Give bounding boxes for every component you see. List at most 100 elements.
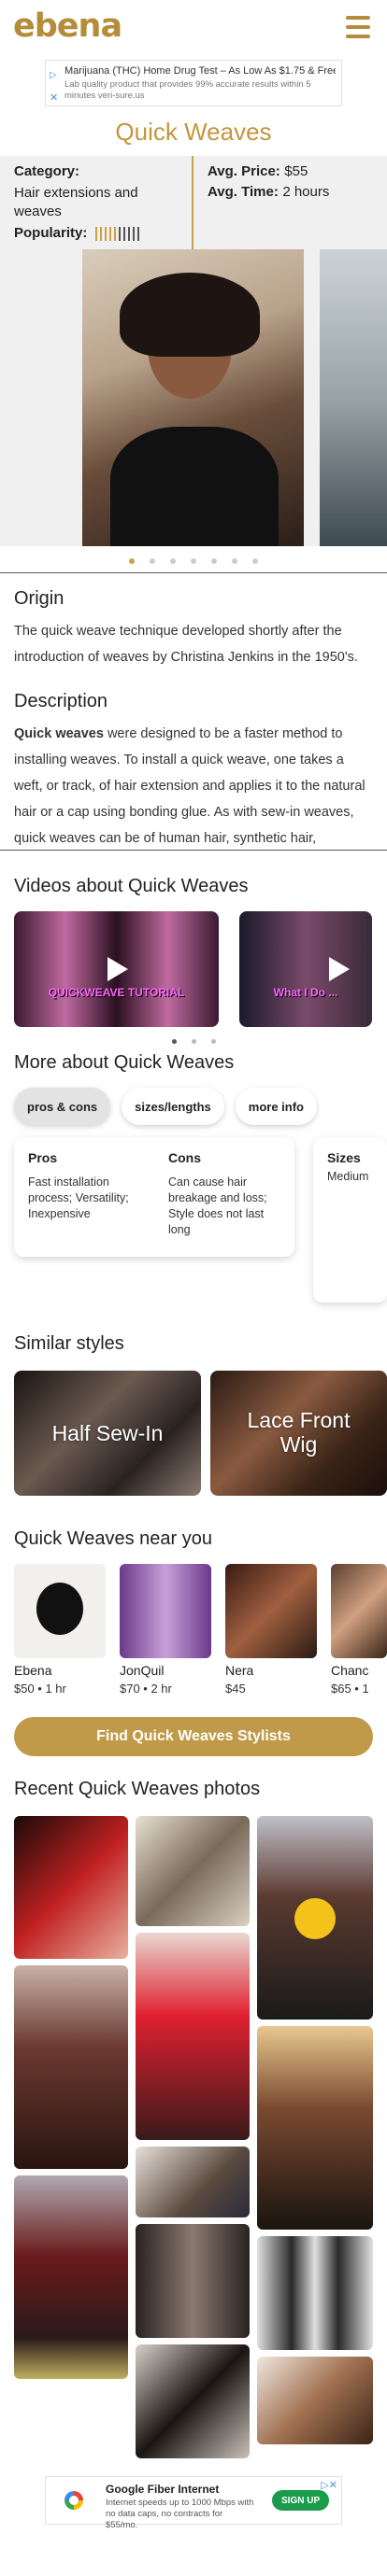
stylist-name[interactable]: Nera: [225, 1663, 253, 1678]
carousel-dots: [0, 558, 387, 564]
play-icon[interactable]: [329, 957, 350, 981]
menu-icon[interactable]: [346, 16, 370, 38]
similar-style-label: Lace Front Wig: [247, 1408, 351, 1457]
avg-time-value: 2 hours: [282, 184, 330, 200]
carousel-dot[interactable]: [150, 558, 155, 564]
sign-up-button[interactable]: SIGN UP: [272, 2490, 330, 2511]
google-logo-icon: [64, 2491, 83, 2510]
carousel-dot[interactable]: [129, 558, 135, 564]
tab-pros-cons[interactable]: pros & cons: [14, 1088, 111, 1125]
popularity-meter: [95, 227, 139, 241]
cons-value: Can cause hair breakage and loss; Style …: [168, 1175, 267, 1236]
videos-heading: Videos about Quick Weaves: [14, 876, 249, 896]
sizes-label: Sizes: [327, 1150, 361, 1165]
video-dot[interactable]: [210, 1039, 216, 1044]
site-header: ebena: [0, 0, 387, 58]
avg-time: Avg. Time: 2 hours: [208, 184, 329, 201]
ebena-logo[interactable]: ebena: [13, 7, 122, 45]
more-heading: More about Quick Weaves: [14, 1052, 235, 1073]
heart-eyes-emoji-icon: [294, 1898, 336, 1939]
recent-photo[interactable]: [136, 2224, 250, 2338]
description-body: were designed to be a faster method to i…: [14, 726, 366, 846]
video-dot[interactable]: [191, 1039, 196, 1044]
carousel-dot[interactable]: [232, 558, 237, 564]
video-thumbnail[interactable]: QUICKWEAVE TUTORIAL: [14, 911, 219, 1027]
description-text: Quick weaves were designed to be a faste…: [14, 721, 375, 848]
recent-heading: Recent Quick Weaves photos: [14, 1779, 261, 1799]
find-stylists-button[interactable]: Find Quick Weaves Stylists: [14, 1717, 373, 1756]
carousel-dot[interactable]: [252, 558, 258, 564]
tab-sizes-lengths[interactable]: sizes/lengths: [122, 1088, 224, 1125]
carousel-dot[interactable]: [170, 558, 176, 564]
close-icon[interactable]: ✕: [50, 91, 58, 104]
carousel-dot[interactable]: [211, 558, 217, 564]
divider: [0, 850, 387, 851]
near-heading: Quick Weaves near you: [14, 1528, 212, 1549]
stylist-meta: $65 • 1: [331, 1682, 369, 1696]
avg-price-value: $55: [284, 163, 308, 179]
stylist-photo[interactable]: [331, 1564, 387, 1658]
ad-title[interactable]: Marijuana (THC) Home Drug Test – As Low …: [64, 65, 336, 77]
info-panel: Category: Hair extensions and weaves Pop…: [0, 156, 387, 249]
avg-price: Avg. Price: $55: [208, 163, 308, 180]
divider: [0, 572, 387, 573]
recent-photo[interactable]: [257, 1816, 373, 2020]
stylist-photo[interactable]: [225, 1564, 317, 1658]
similar-style-label: Half Sew-In: [51, 1421, 164, 1445]
cons-label: Cons: [168, 1150, 201, 1165]
carousel-dot[interactable]: [191, 558, 196, 564]
description-lead: Quick weaves: [14, 726, 104, 741]
pros-cons-card: Pros Fast installation process; Versatil…: [14, 1137, 294, 1257]
stylist-name[interactable]: JonQuil: [120, 1663, 164, 1678]
similar-heading: Similar styles: [14, 1333, 124, 1354]
ad-choices-icon[interactable]: ▷: [50, 70, 59, 80]
page-title: Quick Weaves: [115, 118, 272, 146]
recent-photo[interactable]: [136, 2344, 250, 2458]
stylist-meta: $70 • 2 hr: [120, 1682, 172, 1696]
stylist-meta: $50 • 1 hr: [14, 1682, 66, 1696]
bottom-ad-banner[interactable]: Google Fiber Internet Internet speeds up…: [45, 2476, 342, 2530]
recent-photo[interactable]: [257, 2236, 373, 2350]
recent-photo[interactable]: [136, 1933, 250, 2140]
avg-price-label: Avg. Price:: [208, 163, 280, 179]
origin-text: The quick weave technique developed shor…: [14, 624, 358, 665]
stylist-meta: $45: [225, 1682, 246, 1696]
video-caption: QUICKWEAVE TUTORIAL: [48, 986, 185, 999]
ad-description: Internet speeds up to 1000 Mbps with no …: [106, 2498, 254, 2530]
play-icon[interactable]: [108, 957, 128, 981]
recent-photo[interactable]: [136, 1816, 250, 1926]
info-divider: [192, 156, 194, 249]
recent-photo[interactable]: [136, 2147, 250, 2217]
recent-photo[interactable]: [14, 1965, 128, 2169]
ad-description: Lab quality product that provides 99% ac…: [64, 79, 311, 101]
similar-style-card[interactable]: Lace Front Wig: [210, 1371, 387, 1496]
ad-title[interactable]: Google Fiber Internet: [106, 2483, 219, 2496]
video-dot[interactable]: [171, 1039, 177, 1044]
category-label: Category:: [14, 163, 80, 179]
description-heading: Description: [14, 691, 108, 711]
recent-photo[interactable]: [14, 1816, 128, 1959]
avg-time-label: Avg. Time:: [208, 184, 279, 200]
shirt-shape: [110, 427, 279, 546]
sizes-card: Sizes Medium: [313, 1137, 387, 1302]
video-thumbnail[interactable]: What I Do ...: [239, 911, 372, 1027]
pros-label: Pros: [28, 1150, 58, 1165]
tab-more-info[interactable]: more info: [235, 1088, 317, 1125]
top-ad-banner[interactable]: ▷ ✕ Marijuana (THC) Home Drug Test – As …: [45, 60, 342, 106]
video-caption: What I Do ...: [273, 986, 338, 999]
photo-carousel[interactable]: [0, 249, 387, 546]
popularity-label: Popularity:: [14, 225, 88, 241]
carousel-photo-next[interactable]: [320, 249, 387, 546]
ad-choices-icon[interactable]: ▷✕: [321, 2479, 337, 2491]
stylist-photo[interactable]: [14, 1564, 106, 1658]
stylist-photo[interactable]: [120, 1564, 211, 1658]
video-carousel-dots: [0, 1039, 387, 1044]
recent-photo[interactable]: [257, 2026, 373, 2230]
carousel-photo-main[interactable]: [82, 249, 304, 546]
stylist-name[interactable]: Chanc: [331, 1663, 387, 1678]
hair-shape: [120, 273, 260, 357]
recent-photo[interactable]: [14, 2175, 128, 2379]
similar-style-card[interactable]: Half Sew-In: [14, 1371, 201, 1496]
recent-photo[interactable]: [257, 2357, 373, 2444]
stylist-name[interactable]: Ebena: [14, 1663, 51, 1678]
